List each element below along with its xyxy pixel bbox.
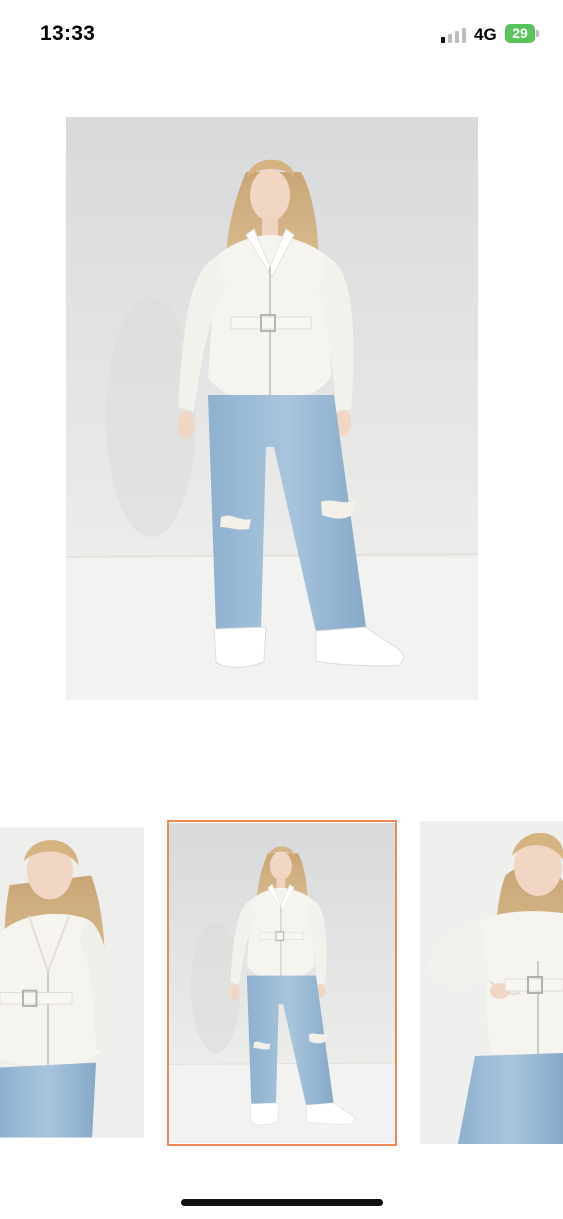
network-type: 4G (474, 25, 497, 44)
battery-icon: 29 (505, 24, 539, 43)
thumbnail-close-up[interactable] (0, 821, 144, 1144)
main-product-photo[interactable] (66, 117, 478, 700)
status-time: 13:33 (40, 22, 96, 45)
home-indicator[interactable] (181, 1199, 383, 1206)
thumbnail-image (420, 821, 563, 1144)
thumbnail-image (169, 822, 395, 1144)
cellular-signal-icon (441, 27, 467, 43)
thumbnail-hand-on-hip[interactable] (420, 821, 563, 1144)
thumbnail-strip (0, 820, 563, 1146)
thumbnail-image (0, 826, 144, 1139)
status-bar: 13:33 4G 29 (0, 0, 563, 70)
product-image-full-length (66, 117, 478, 700)
battery-level: 29 (512, 25, 528, 41)
thumbnail-full-length-selected[interactable] (167, 820, 397, 1146)
